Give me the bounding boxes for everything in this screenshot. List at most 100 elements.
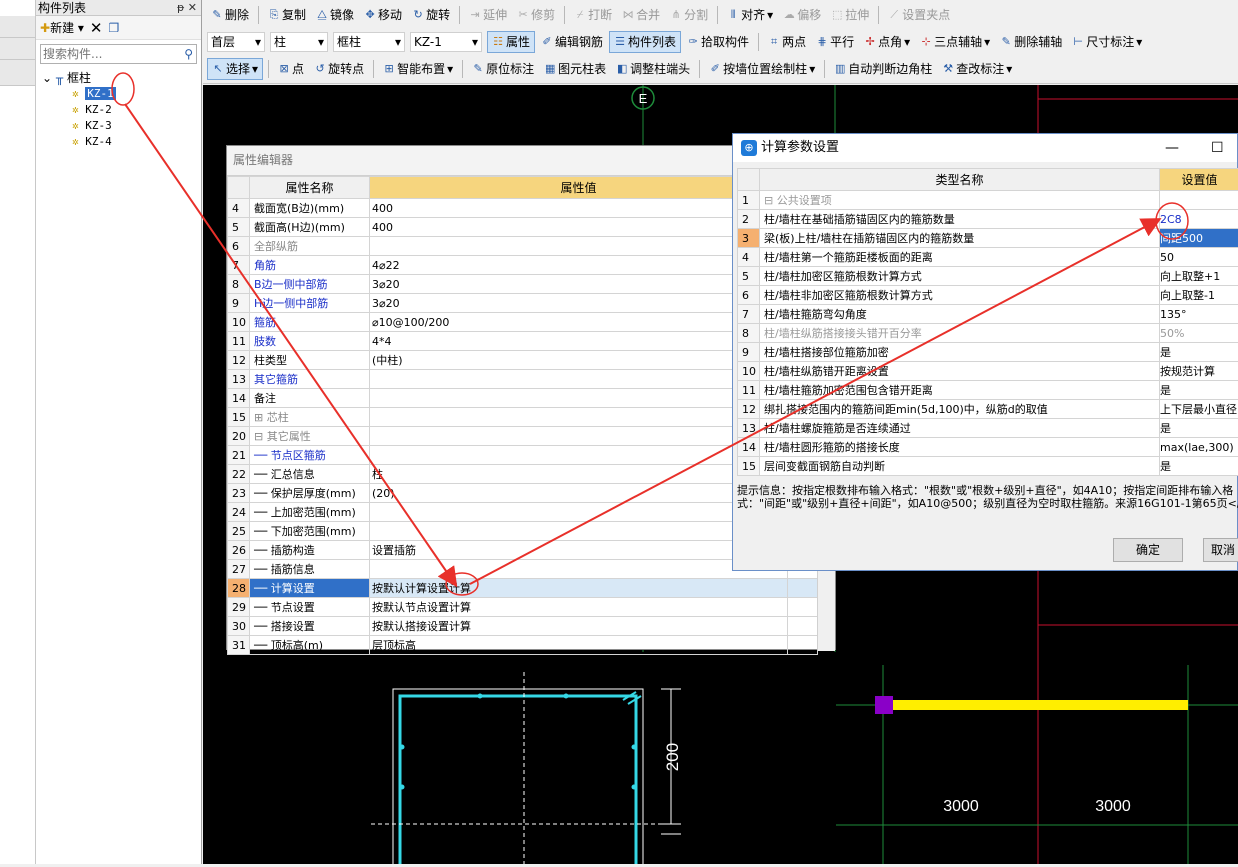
property-button[interactable]: ☷属性 [487, 31, 535, 53]
setting-row[interactable]: 6柱/墙柱非加密区箍筋根数计算方式向上取整-1 [738, 286, 1238, 305]
property-row[interactable]: 25── 下加密范围(mm) [228, 522, 818, 541]
setting-row[interactable]: 14柱/墙柱圆形箍筋的搭接长度max(lae,300) [738, 438, 1238, 457]
delete-button[interactable]: ✎删除 [207, 4, 253, 26]
setting-row[interactable]: 12绑扎搭接范围内的箍筋间距min(5d,100)中，纵筋d的取值上下层最小直径 [738, 400, 1238, 419]
setting-value[interactable]: 间距500 [1160, 229, 1238, 248]
property-value[interactable]: (中柱) [370, 351, 788, 370]
category-select[interactable]: 柱▾ [270, 32, 328, 52]
property-value[interactable] [370, 522, 788, 541]
property-value[interactable] [370, 446, 788, 465]
setting-row[interactable]: 9柱/墙柱搭接部位箍筋加密是 [738, 343, 1238, 362]
property-value[interactable] [370, 370, 788, 389]
property-row[interactable]: 9H边一侧中部筋3⌀20 [228, 294, 818, 313]
setting-value[interactable]: 是 [1160, 343, 1238, 362]
property-row[interactable]: 12柱类型(中柱) [228, 351, 818, 370]
tree-root[interactable]: ⌄ ╥ 框柱 [42, 70, 116, 86]
property-row[interactable]: 22── 汇总信息柱 [228, 465, 818, 484]
mirror-button[interactable]: ⧋镜像 [312, 4, 358, 26]
property-row[interactable]: 24── 上加密范围(mm) [228, 503, 818, 522]
set-grip-button[interactable]: ⟋设置夹点 [884, 4, 954, 26]
setting-row[interactable]: 3梁(板)上柱/墙柱在插筋锚固区内的箍筋数量间距500 [738, 229, 1238, 248]
dock-tab[interactable] [0, 60, 35, 86]
delete-axis-button[interactable]: ✎删除辅轴 [996, 31, 1066, 53]
property-row[interactable]: 13其它箍筋 [228, 370, 818, 389]
setting-value[interactable]: 是 [1160, 381, 1238, 400]
smart-layout-button[interactable]: ⊞智能布置▾ [379, 58, 457, 80]
property-extra[interactable] [788, 617, 818, 636]
property-value[interactable]: 3⌀20 [370, 294, 788, 313]
cancel-button[interactable]: 取消 [1203, 538, 1238, 562]
property-row[interactable]: 5截面高(H边)(mm)400 [228, 218, 818, 237]
property-value[interactable]: 4⌀22 [370, 256, 788, 275]
adjust-column-end-button[interactable]: ◧调整柱端头 [612, 58, 694, 80]
three-point-axis-button[interactable]: ⊹三点辅轴▾ [916, 31, 994, 53]
point-button[interactable]: ⊠点 [274, 58, 308, 80]
copy-button[interactable]: ⎘复制 [264, 4, 310, 26]
property-value[interactable] [370, 427, 788, 446]
move-button[interactable]: ✥移动 [360, 4, 406, 26]
property-row[interactable]: 27── 插筋信息 [228, 560, 818, 579]
property-value[interactable] [370, 389, 788, 408]
property-value[interactable]: 3⌀20 [370, 275, 788, 294]
check-annotation-button[interactable]: ⚒查改标注▾ [938, 58, 1016, 80]
property-row[interactable]: 15⊞ 芯柱 [228, 408, 818, 427]
property-value[interactable] [370, 560, 788, 579]
setting-row[interactable]: 4柱/墙柱第一个箍筋距楼板面的距离50 [738, 248, 1238, 267]
align-button[interactable]: ⫴对齐▾ [723, 4, 777, 26]
new-button[interactable]: ✚新建 ▾ [40, 19, 84, 36]
select-button[interactable]: ↖选择▾ [207, 58, 263, 80]
tree-item[interactable]: ✲ KZ-3 [42, 118, 116, 134]
tree-item[interactable]: ✲ KZ-1 [42, 86, 116, 102]
property-value[interactable] [370, 503, 788, 522]
setting-value[interactable]: max(lae,300) [1160, 438, 1238, 457]
property-value[interactable] [370, 408, 788, 427]
maximize-icon[interactable]: ☐ [1211, 134, 1224, 162]
setting-row[interactable]: 15层间变截面钢筋自动判断是 [738, 457, 1238, 476]
property-extra[interactable] [788, 579, 818, 598]
auto-corner-column-button[interactable]: ▥自动判断边角柱 [830, 58, 936, 80]
property-row[interactable]: 20⊟ 其它属性 [228, 427, 818, 446]
property-value[interactable]: ⌀10@100/200 [370, 313, 788, 332]
extend-button[interactable]: ⇥延伸 [465, 4, 511, 26]
property-row[interactable]: 30── 搭接设置按默认搭接设置计算 [228, 617, 818, 636]
minimize-icon[interactable]: — [1165, 134, 1179, 162]
setting-row[interactable]: 8柱/墙柱纵筋搭接接头错开百分率50% [738, 324, 1238, 343]
trim-button[interactable]: ✂修剪 [513, 4, 559, 26]
pick-component-button[interactable]: ✑拾取构件 [683, 31, 753, 53]
property-row[interactable]: 6全部纵筋 [228, 237, 818, 256]
property-row[interactable]: 26── 插筋构造设置插筋 [228, 541, 818, 560]
property-row[interactable]: 23── 保护层厚度(mm)(20) [228, 484, 818, 503]
setting-row[interactable]: 7柱/墙柱箍筋弯勾角度135° [738, 305, 1238, 324]
setting-value[interactable]: 2C8 [1160, 210, 1238, 229]
split-button[interactable]: ⋔分割 [666, 4, 712, 26]
pin-close-icons[interactable]: ᵽ ✕ [177, 0, 197, 16]
setting-row[interactable]: 13柱/墙柱螺旋箍筋是否连续通过是 [738, 419, 1238, 438]
property-row[interactable]: 21── 节点区箍筋 [228, 446, 818, 465]
merge-button[interactable]: ⋈合并 [618, 4, 664, 26]
search-input[interactable] [41, 47, 184, 61]
type-select[interactable]: 框柱▾ [333, 32, 405, 52]
setting-value[interactable] [1160, 191, 1238, 210]
break-button[interactable]: ⌿打断 [570, 4, 616, 26]
element-column-table-button[interactable]: ▦图元柱表 [540, 58, 610, 80]
two-point-axis-button[interactable]: ⌗两点 [764, 31, 810, 53]
collapse-icon[interactable]: ⌄ [42, 71, 52, 85]
in-place-annotation-button[interactable]: ✎原位标注 [468, 58, 538, 80]
offset-button[interactable]: ☁偏移 [779, 4, 825, 26]
property-row[interactable]: 11肢数4*4 [228, 332, 818, 351]
dimension-button[interactable]: ⊢尺寸标注▾ [1068, 31, 1146, 53]
property-value[interactable]: 按默认搭接设置计算 [370, 617, 788, 636]
setting-value[interactable]: 是 [1160, 457, 1238, 476]
stretch-button[interactable]: ⬚拉伸 [827, 4, 873, 26]
setting-value[interactable]: 向上取整-1 [1160, 286, 1238, 305]
property-row[interactable]: 8B边一侧中部筋3⌀20 [228, 275, 818, 294]
dock-tab[interactable] [0, 38, 35, 60]
property-value[interactable]: 4*4 [370, 332, 788, 351]
setting-value[interactable]: 向上取整+1 [1160, 267, 1238, 286]
rotate-point-button[interactable]: ↺旋转点 [310, 58, 368, 80]
property-value[interactable] [370, 237, 788, 256]
point-angle-button[interactable]: ✢点角▾ [860, 31, 914, 53]
tree-item[interactable]: ✲ KZ-4 [42, 134, 116, 150]
edit-rebar-button[interactable]: ✐编辑钢筋 [537, 31, 607, 53]
draw-column-by-wall-button[interactable]: ✐按墙位置绘制柱▾ [705, 58, 819, 80]
